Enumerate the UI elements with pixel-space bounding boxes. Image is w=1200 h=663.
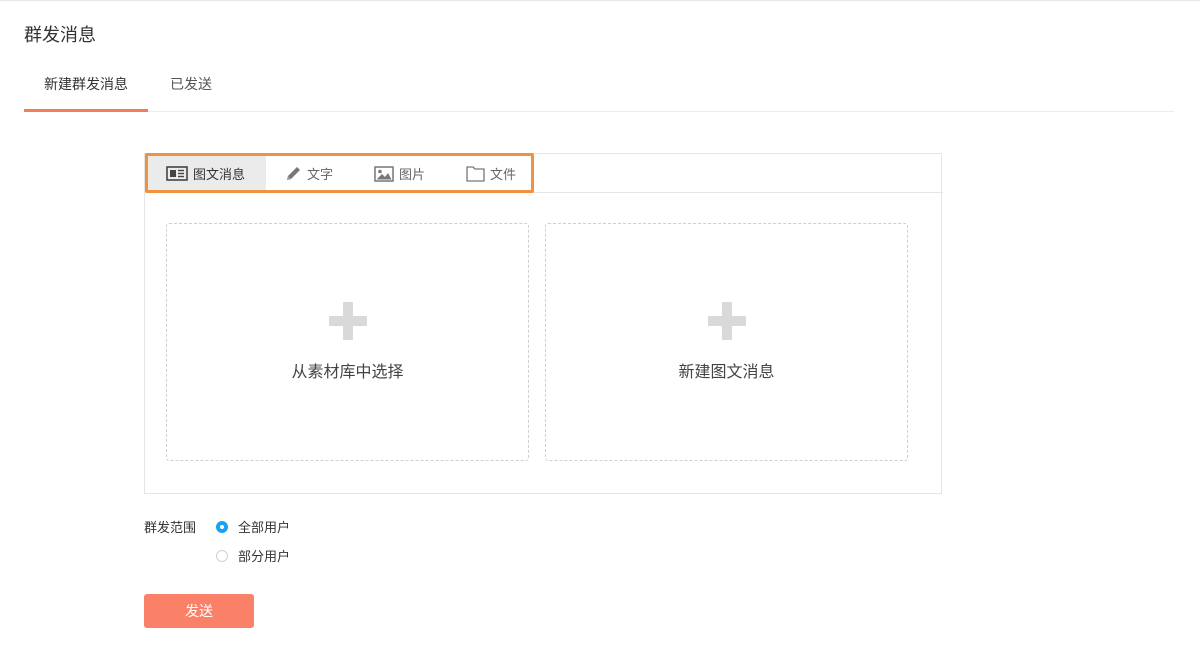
plus-icon — [708, 302, 746, 340]
type-tab-text[interactable]: 文字 — [285, 156, 333, 191]
type-tab-label: 图片 — [399, 168, 426, 183]
main-tabs: 新建群发消息 已发送 — [24, 65, 1174, 112]
message-type-bar: 图文消息 文字 图片 文件 — [145, 154, 943, 193]
type-tab-news[interactable]: 图文消息 — [145, 156, 266, 191]
radio-checked[interactable] — [216, 520, 228, 533]
plus-icon — [329, 302, 367, 340]
card-label: 从素材库中选择 — [291, 362, 404, 381]
card-label: 新建图文消息 — [678, 362, 775, 381]
pencil-icon — [285, 165, 302, 182]
type-tab-label: 文字 — [307, 168, 334, 183]
tab-new-broadcast[interactable]: 新建群发消息 — [24, 65, 148, 112]
send-button[interactable]: 发送 — [144, 594, 254, 628]
scope-label: 群发范围 — [144, 521, 197, 536]
radio-label: 全部用户 — [238, 521, 291, 536]
news-icon — [166, 166, 188, 181]
message-editor: 图文消息 文字 图片 文件 从素材库中选择 新建图文消息 — [144, 153, 943, 494]
type-tab-label: 图文消息 — [192, 168, 245, 183]
scope-option-all-users[interactable]: 全部用户 — [216, 517, 290, 536]
type-tab-file[interactable]: 文件 — [466, 156, 516, 191]
type-tab-image[interactable]: 图片 — [374, 156, 425, 191]
select-from-library-card[interactable]: 从素材库中选择 — [166, 223, 529, 461]
radio-unchecked[interactable] — [216, 549, 228, 562]
page-title: 群发消息 — [24, 25, 96, 46]
type-tab-label: 文件 — [490, 168, 517, 183]
radio-label: 部分用户 — [238, 550, 291, 565]
image-icon — [374, 165, 394, 182]
tab-sent[interactable]: 已发送 — [148, 65, 234, 111]
file-icon — [466, 165, 485, 182]
new-news-message-card[interactable]: 新建图文消息 — [545, 223, 908, 461]
scope-option-some-users[interactable]: 部分用户 — [216, 546, 290, 565]
